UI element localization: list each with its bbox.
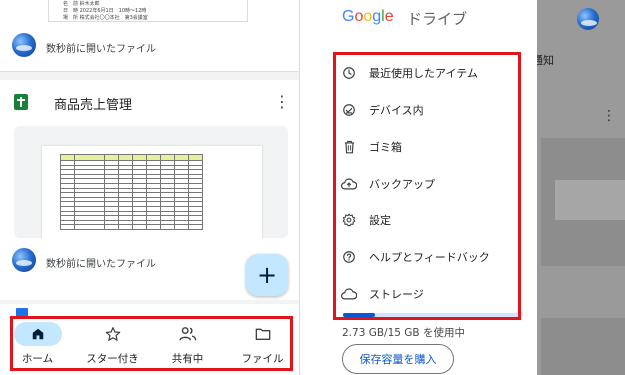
logo-letter: g bbox=[372, 8, 382, 25]
dimmed-card bbox=[541, 318, 625, 375]
spreadsheet-grid bbox=[60, 154, 203, 230]
sheets-icon bbox=[14, 94, 28, 110]
nav-shared[interactable]: 共有中 bbox=[150, 316, 225, 375]
menu-label: バックアップ bbox=[369, 178, 435, 191]
file-card-previous[interactable]: 名 前 鈴木太郎 日 時 2022年6月1日 10時～12時 場 所 株式会社〇… bbox=[0, 0, 299, 72]
file-meta-text: 数秒前に開いたファイル bbox=[46, 44, 156, 55]
folder-icon bbox=[239, 322, 287, 346]
spreadsheet-preview bbox=[42, 146, 262, 238]
doc-line: 日 時 2022年6月1日 10時～12時 bbox=[63, 8, 147, 14]
app-title: ドライブ bbox=[407, 11, 468, 28]
star-icon bbox=[89, 322, 137, 346]
menu-label: 最近使用したアイテム bbox=[369, 67, 478, 80]
logo-letter: G bbox=[342, 8, 355, 25]
home-icon bbox=[13, 322, 62, 346]
avatar bbox=[577, 8, 599, 30]
avatar bbox=[12, 33, 36, 57]
menu-item-recent[interactable]: 最近使用したアイテム bbox=[341, 60, 521, 86]
drive-home-screen: 名 前 鈴木太郎 日 時 2022年6月1日 10時～12時 場 所 株式会社〇… bbox=[0, 0, 300, 375]
menu-label: ストレージ bbox=[369, 288, 424, 301]
nav-label: ファイル bbox=[241, 353, 284, 365]
menu-label: ヘルプとフィードバック bbox=[369, 251, 490, 264]
menu-label: 設定 bbox=[369, 214, 391, 227]
file-meta-text: 数秒前に開いたファイル bbox=[46, 259, 156, 270]
doc-line: 場 所 株式会社〇〇本社 第3会議室 bbox=[63, 15, 148, 21]
doc-line: 名 前 鈴木太郎 bbox=[63, 1, 100, 7]
file-thumbnail: 名 前 鈴木太郎 日 時 2022年6月1日 10時～12時 場 所 株式会社〇… bbox=[48, 0, 248, 22]
nav-label: ホーム bbox=[21, 353, 54, 365]
file-thumbnail[interactable] bbox=[14, 126, 288, 238]
trash-icon bbox=[341, 139, 357, 155]
device-check-icon bbox=[341, 102, 357, 118]
menu-item-storage[interactable]: ストレージ bbox=[341, 281, 521, 307]
menu-item-help[interactable]: ヘルプとフィードバック bbox=[341, 244, 521, 270]
storage-progress-bar bbox=[343, 313, 523, 317]
new-button[interactable]: + bbox=[246, 254, 288, 296]
buy-storage-button[interactable]: 保存容量を購入 bbox=[342, 344, 454, 374]
menu-label: デバイス内 bbox=[369, 104, 424, 117]
file-title: 商品売上管理 bbox=[54, 98, 133, 113]
more-options-icon[interactable]: ⋮ bbox=[274, 94, 290, 110]
menu-item-settings[interactable]: 設定 bbox=[341, 207, 521, 233]
nav-starred[interactable]: スター付き bbox=[75, 316, 150, 375]
cloud-icon bbox=[341, 286, 357, 302]
logo-letter: o bbox=[363, 8, 373, 25]
file-card-next[interactable] bbox=[0, 304, 299, 318]
nav-files[interactable]: ファイル bbox=[225, 316, 299, 375]
storage-progress-fill bbox=[343, 313, 376, 317]
nav-label: 共有中 bbox=[171, 353, 204, 365]
drive-drawer-screen: 通知 ⋮ ⋮ Google ドライブ 最近使用したアイテム デバイス内 ゴミ箱 bbox=[327, 0, 625, 375]
menu-item-on-device[interactable]: デバイス内 bbox=[341, 97, 521, 123]
logo-letter: e bbox=[384, 8, 394, 25]
logo-letter: o bbox=[354, 8, 364, 25]
menu-item-backup[interactable]: バックアップ bbox=[341, 171, 521, 197]
more-options-icon: ⋮ bbox=[602, 108, 616, 124]
bottom-navigation: ホーム スター付き 共有中 ファイル bbox=[0, 316, 299, 375]
nav-label: スター付き bbox=[86, 353, 139, 365]
dimmed-thumbnail bbox=[555, 180, 625, 220]
people-icon bbox=[164, 322, 212, 346]
navigation-drawer: Google ドライブ 最近使用したアイテム デバイス内 ゴミ箱 バックアップ bbox=[327, 0, 537, 375]
cloud-upload-icon bbox=[341, 176, 357, 192]
google-logo: Google bbox=[342, 8, 394, 26]
clock-icon bbox=[341, 65, 357, 81]
menu-label: ゴミ箱 bbox=[369, 141, 402, 154]
avatar bbox=[12, 248, 36, 272]
nav-home[interactable]: ホーム bbox=[0, 316, 75, 375]
menu-item-trash[interactable]: ゴミ箱 bbox=[341, 134, 521, 160]
help-icon bbox=[341, 249, 357, 265]
gear-icon bbox=[341, 212, 357, 228]
storage-usage-text: 2.73 GB/15 GB を使用中 bbox=[342, 327, 465, 339]
